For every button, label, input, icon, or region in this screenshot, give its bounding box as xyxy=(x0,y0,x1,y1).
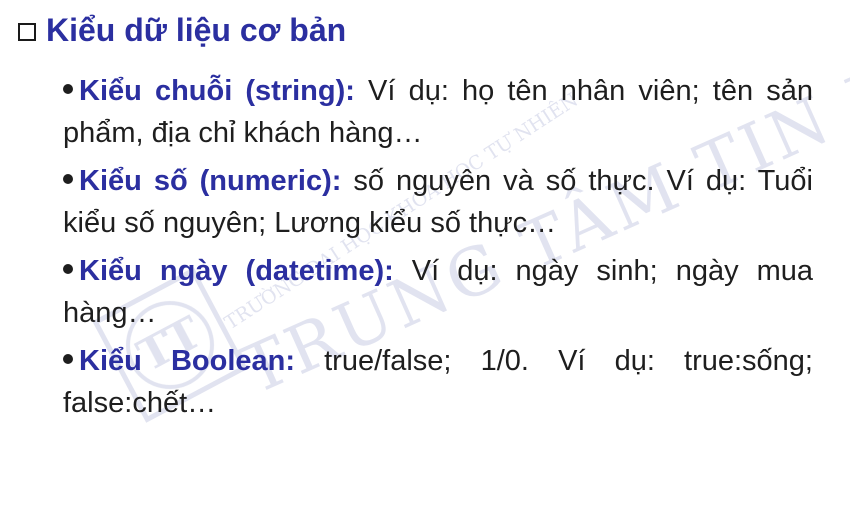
square-bullet-icon xyxy=(18,23,36,41)
item-term: Kiểu ngày (datetime): xyxy=(79,255,394,287)
list-item: Kiểu ngày (datetime): Ví dụ: ngày sinh; … xyxy=(63,250,813,334)
dot-bullet-icon xyxy=(63,174,73,185)
item-term: Kiểu số (numeric): xyxy=(79,165,342,197)
dot-bullet-icon xyxy=(63,354,73,365)
item-term: Kiểu chuỗi (string): xyxy=(79,75,355,107)
heading-text: Kiểu dữ liệu cơ bản xyxy=(46,12,347,48)
list-item: Kiểu số (numeric): số nguyên và số thực.… xyxy=(63,160,813,244)
slide: TT TRƯỜNG ĐẠI HỌC KHOA HỌC TỰ NHIÊN TRUN… xyxy=(0,0,850,513)
list-item: Kiểu Boolean: true/false; 1/0. Ví dụ: tr… xyxy=(63,340,813,424)
list-item: Kiểu chuỗi (string): Ví dụ: họ tên nhân … xyxy=(63,70,813,154)
data-type-list: Kiểu chuỗi (string): Ví dụ: họ tên nhân … xyxy=(63,70,813,430)
item-term: Kiểu Boolean: xyxy=(79,345,296,377)
section-heading: Kiểu dữ liệu cơ bản xyxy=(18,10,346,50)
dot-bullet-icon xyxy=(63,84,73,95)
dot-bullet-icon xyxy=(63,264,73,275)
